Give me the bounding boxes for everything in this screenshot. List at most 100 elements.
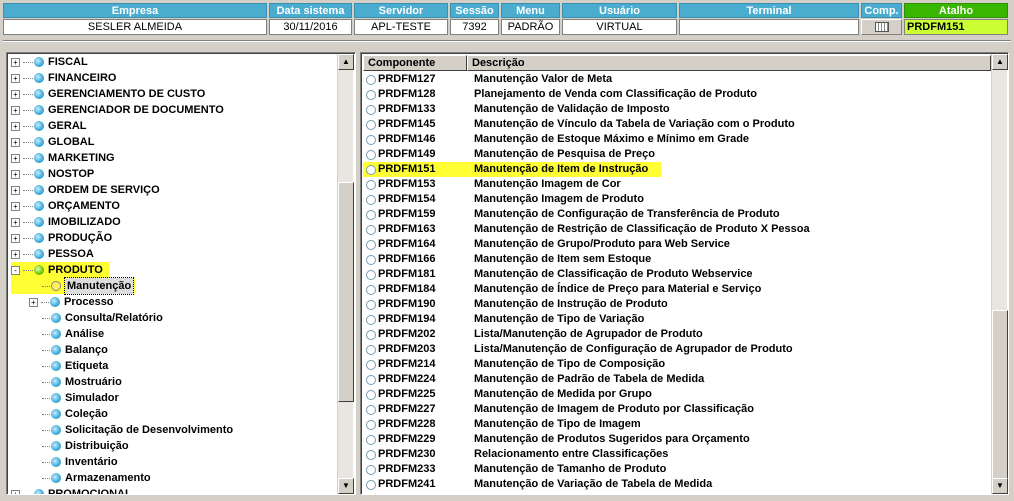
scroll-up-arrow-icon[interactable]: ▲ bbox=[338, 54, 354, 70]
tree-item[interactable]: + FINANCEIRO bbox=[11, 70, 116, 86]
tree-child-item[interactable]: Análise bbox=[29, 326, 104, 342]
expand-icon[interactable]: + bbox=[11, 201, 20, 211]
list-row[interactable]: PRDFM202 Lista/Manutenção de Agrupador de… bbox=[363, 327, 992, 342]
radio-icon[interactable] bbox=[366, 299, 376, 310]
list-row[interactable]: PRDFM184 Manutenção de Índice de Preço pa… bbox=[363, 282, 992, 297]
radio-icon[interactable] bbox=[366, 104, 376, 115]
radio-icon[interactable] bbox=[366, 359, 376, 370]
list-row[interactable]: PRDFM214 Manutenção de Tipo de Composição bbox=[363, 357, 992, 372]
tree-item[interactable]: + PESSOA bbox=[11, 246, 94, 262]
radio-icon[interactable] bbox=[366, 314, 376, 325]
radio-icon[interactable] bbox=[366, 254, 376, 265]
scroll-down-arrow-icon[interactable]: ▼ bbox=[338, 478, 354, 494]
list-row[interactable]: PRDFM190 Manutenção de Instrução de Produ… bbox=[363, 297, 992, 312]
radio-icon[interactable] bbox=[366, 164, 376, 175]
radio-icon[interactable] bbox=[366, 74, 376, 85]
radio-icon[interactable] bbox=[366, 434, 376, 445]
list-row[interactable]: PRDFM163 Manutenção de Restrição de Class… bbox=[363, 222, 992, 237]
list-row[interactable]: PRDFM203 Lista/Manutenção de Configuração… bbox=[363, 342, 992, 357]
expand-icon[interactable]: + bbox=[11, 73, 20, 83]
expand-icon[interactable]: + bbox=[11, 57, 20, 67]
list-row[interactable]: PRDFM241 Manutenção de Variação de Tabela… bbox=[363, 477, 992, 492]
tree-child-item[interactable]: Manutenção bbox=[11, 277, 136, 295]
radio-icon[interactable] bbox=[366, 269, 376, 280]
radio-icon[interactable] bbox=[366, 284, 376, 295]
radio-icon[interactable] bbox=[366, 209, 376, 220]
expand-icon[interactable]: + bbox=[11, 217, 20, 227]
expand-icon[interactable]: + bbox=[11, 489, 20, 494]
radio-icon[interactable] bbox=[366, 449, 376, 460]
expand-icon[interactable]: + bbox=[11, 121, 20, 131]
radio-icon[interactable] bbox=[366, 179, 376, 190]
expand-icon[interactable]: + bbox=[11, 233, 20, 243]
collapse-icon[interactable]: - bbox=[11, 265, 20, 275]
radio-icon[interactable] bbox=[366, 389, 376, 400]
tree-item[interactable]: + NOSTOP bbox=[11, 166, 94, 182]
list-row[interactable]: PRDFM194 Manutenção de Tipo de Variação bbox=[363, 312, 992, 327]
tree-child-item[interactable]: Coleção bbox=[29, 406, 108, 422]
radio-icon[interactable] bbox=[366, 374, 376, 385]
radio-icon[interactable] bbox=[366, 329, 376, 340]
tree-item[interactable]: + GERAL bbox=[11, 118, 87, 134]
tree-item[interactable]: - PRODUTO bbox=[11, 262, 109, 278]
list-scrollbar[interactable]: ▲ ▼ bbox=[991, 54, 1008, 494]
list-row[interactable]: PRDFM225 Manutenção de Medida por Grupo bbox=[363, 387, 992, 402]
list-row[interactable]: PRDFM146 Manutenção de Estoque Máximo e M… bbox=[363, 132, 992, 147]
tree-item[interactable]: + GLOBAL bbox=[11, 134, 94, 150]
tree-child-item[interactable]: Simulador bbox=[29, 390, 119, 406]
radio-icon[interactable] bbox=[366, 464, 376, 475]
tree-item[interactable]: + PRODUÇÃO bbox=[11, 230, 112, 246]
tree-child-item[interactable]: Armazenamento bbox=[29, 470, 151, 486]
radio-icon[interactable] bbox=[366, 344, 376, 355]
radio-icon[interactable] bbox=[366, 149, 376, 160]
scroll-thumb[interactable] bbox=[992, 310, 1008, 480]
tree-item[interactable]: + FISCAL bbox=[11, 54, 88, 70]
list-row[interactable]: PRDFM164 Manutenção de Grupo/Produto para… bbox=[363, 237, 992, 252]
expand-icon[interactable]: + bbox=[11, 137, 20, 147]
tree-item[interactable]: + ORDEM DE SERVIÇO bbox=[11, 182, 160, 198]
list-row[interactable]: PRDFM181 Manutenção de Classificação de P… bbox=[363, 267, 992, 282]
expand-icon[interactable]: + bbox=[11, 169, 20, 179]
list-row[interactable]: PRDFM224 Manutenção de Padrão de Tabela d… bbox=[363, 372, 992, 387]
list-row[interactable]: PRDFM154 Manutenção Imagem de Produto bbox=[363, 192, 992, 207]
list-row[interactable]: PRDFM133 Manutenção de Validação de Impos… bbox=[363, 102, 992, 117]
list-row[interactable]: PRDFM230 Relacionamento entre Classificaç… bbox=[363, 447, 992, 462]
list-row[interactable]: PRDFM128 Planejamento de Venda com Classi… bbox=[363, 87, 992, 102]
expand-icon[interactable]: + bbox=[11, 185, 20, 195]
scroll-up-arrow-icon[interactable]: ▲ bbox=[992, 54, 1008, 70]
tree-child-item[interactable]: Mostruário bbox=[29, 374, 122, 390]
scroll-thumb[interactable] bbox=[338, 182, 354, 402]
list-row[interactable]: PRDFM166 Manutenção de Item sem Estoque bbox=[363, 252, 992, 267]
expand-icon[interactable]: + bbox=[11, 153, 20, 163]
radio-icon[interactable] bbox=[366, 239, 376, 250]
list-row[interactable]: PRDFM145 Manutenção de Vínculo da Tabela … bbox=[363, 117, 992, 132]
list-row[interactable]: PRDFM153 Manutenção Imagem de Cor bbox=[363, 177, 992, 192]
atalho-input[interactable]: PRDFM151 bbox=[904, 19, 1008, 35]
radio-icon[interactable] bbox=[366, 404, 376, 415]
tree-child-item[interactable]: Consulta/Relatório bbox=[29, 310, 163, 326]
radio-icon[interactable] bbox=[366, 479, 376, 490]
list-row[interactable]: PRDFM149 Manutenção de Pesquisa de Preço bbox=[363, 147, 992, 162]
tree-item[interactable]: + ORÇAMENTO bbox=[11, 198, 120, 214]
tree-child-item[interactable]: Balanço bbox=[29, 342, 108, 358]
tree-scrollbar[interactable]: ▲ ▼ bbox=[337, 54, 354, 494]
tree-child-item[interactable]: Etiqueta bbox=[29, 358, 108, 374]
tree-child-item[interactable]: Inventário bbox=[29, 454, 118, 470]
tree-item[interactable]: + GERENCIAMENTO DE CUSTO bbox=[11, 86, 205, 102]
list-row[interactable]: PRDFM151 Manutenção de Item de Instrução bbox=[363, 162, 661, 177]
radio-icon[interactable] bbox=[366, 224, 376, 235]
tree-item[interactable]: + MARKETING bbox=[11, 150, 115, 166]
tree-item[interactable]: + IMOBILIZADO bbox=[11, 214, 121, 230]
expand-icon[interactable]: + bbox=[29, 297, 38, 307]
column-header-componente[interactable]: Componente bbox=[363, 55, 467, 71]
radio-icon[interactable] bbox=[366, 134, 376, 145]
radio-icon[interactable] bbox=[366, 119, 376, 130]
list-row[interactable]: PRDFM127 Manutenção Valor de Meta bbox=[363, 72, 992, 87]
column-header-descricao[interactable]: Descrição bbox=[467, 55, 991, 71]
radio-icon[interactable] bbox=[366, 419, 376, 430]
radio-icon[interactable] bbox=[366, 194, 376, 205]
tree-item[interactable]: + PROMOCIONAL bbox=[11, 486, 132, 494]
list-row[interactable]: PRDFM227 Manutenção de Imagem de Produto … bbox=[363, 402, 992, 417]
scroll-down-arrow-icon[interactable]: ▼ bbox=[992, 478, 1008, 494]
tree-child-item[interactable]: Solicitação de Desenvolvimento bbox=[29, 422, 233, 438]
